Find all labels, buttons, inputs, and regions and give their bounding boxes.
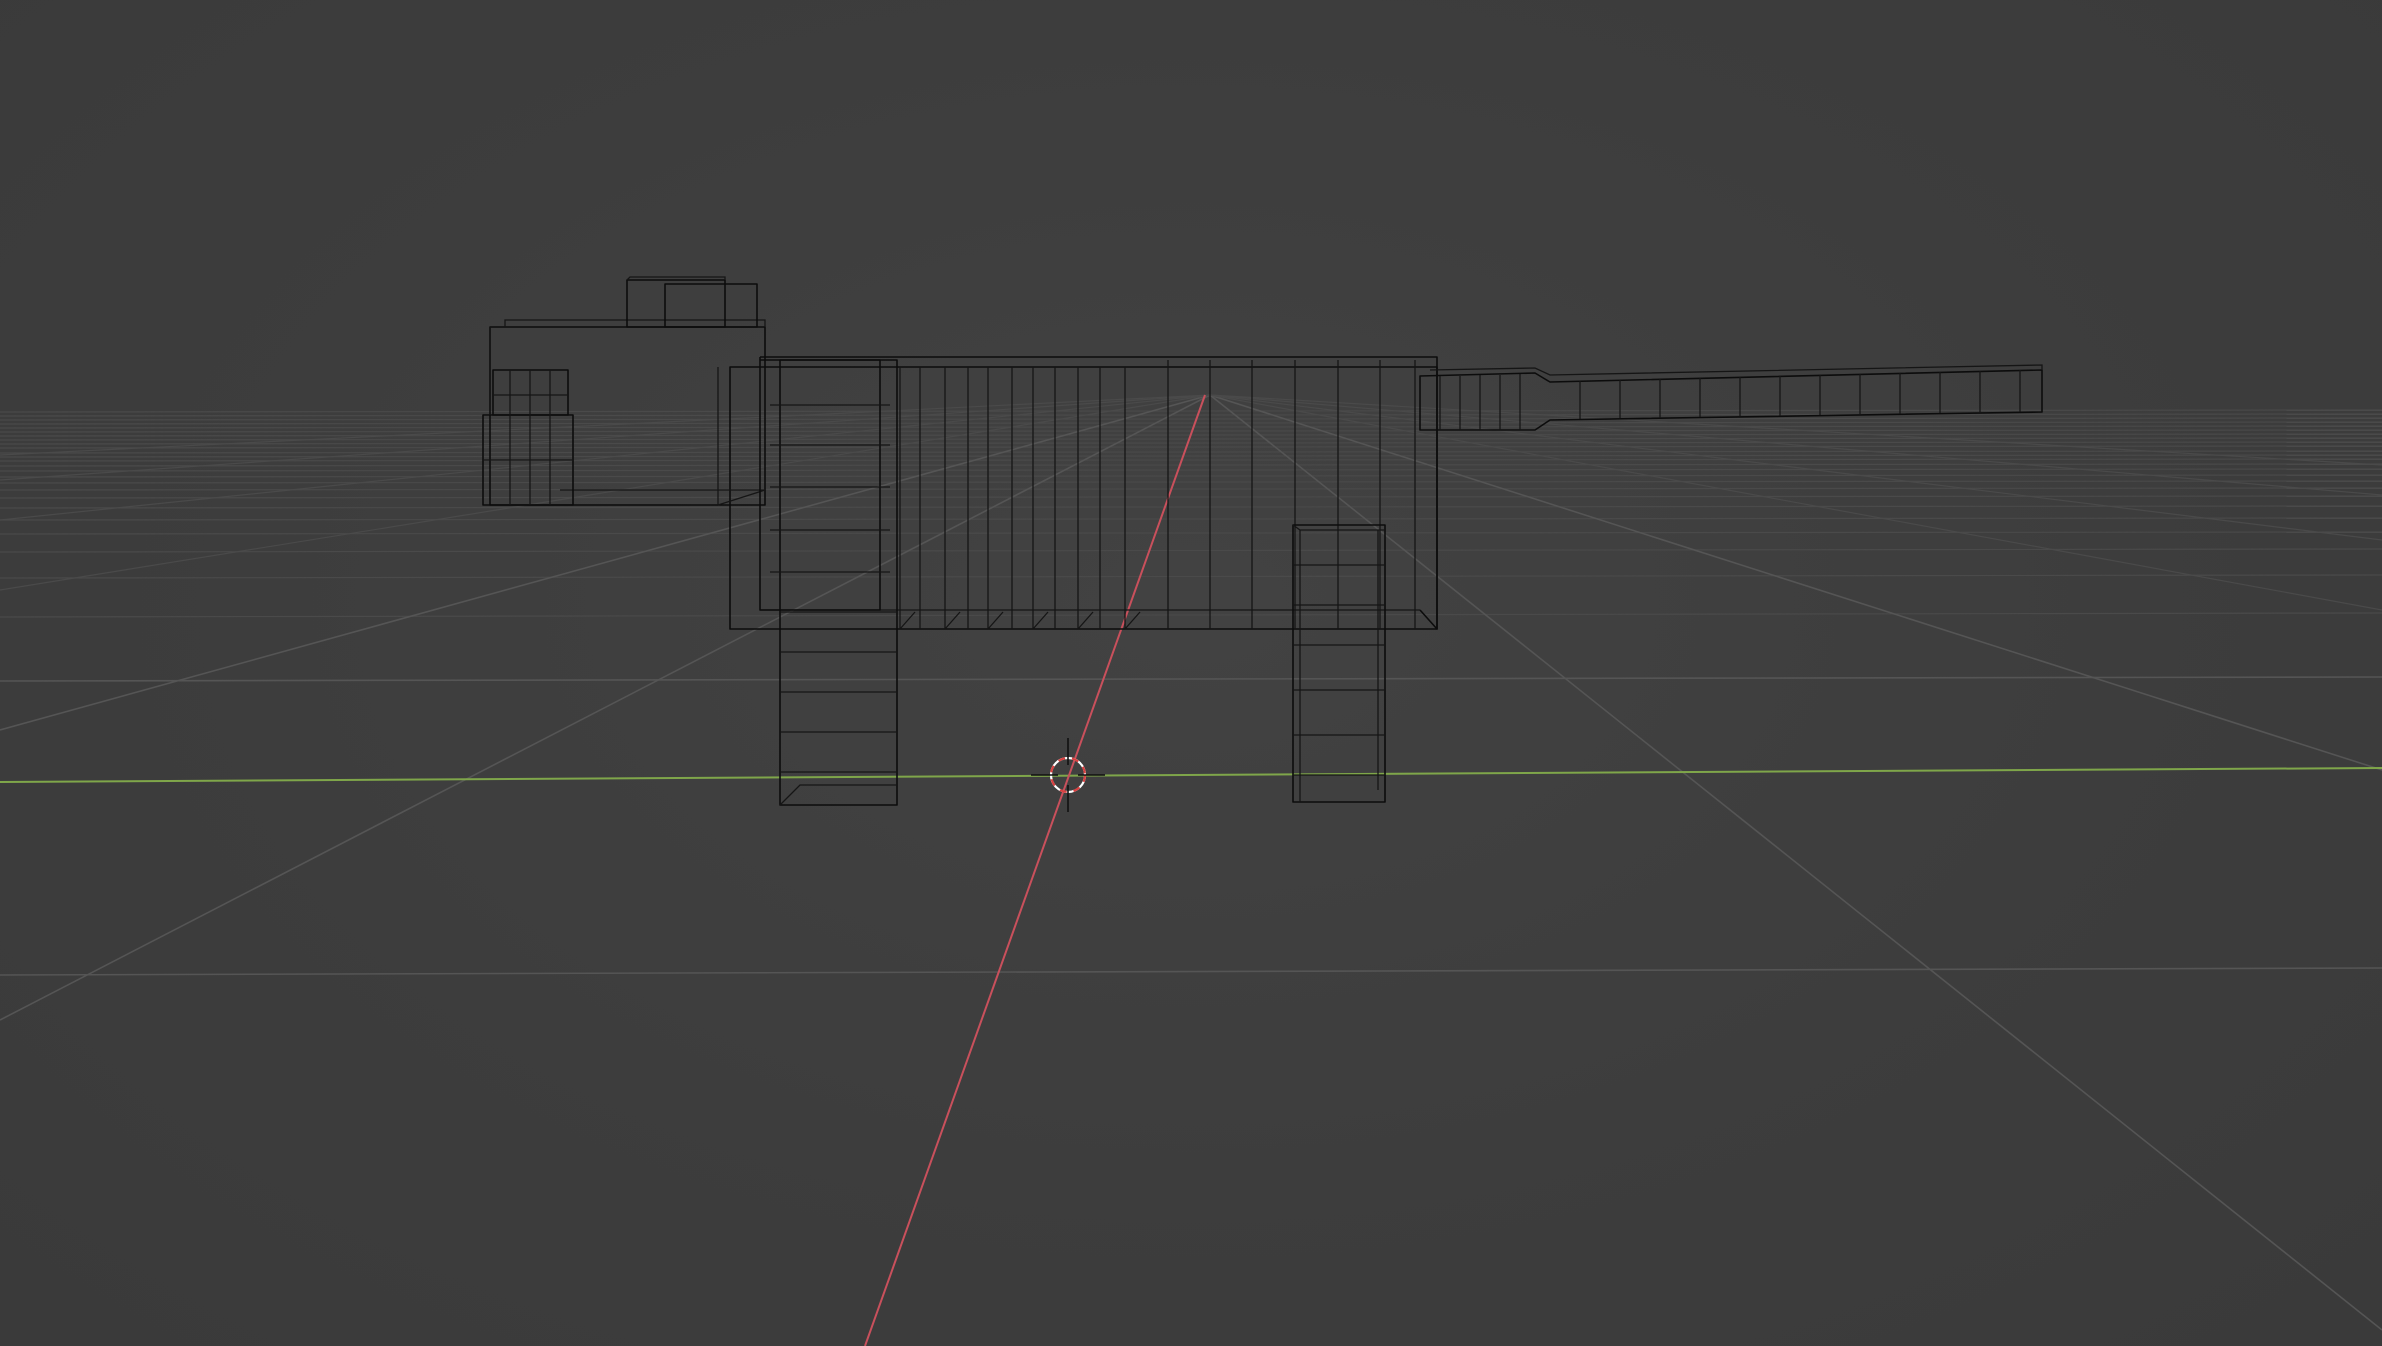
grid-line xyxy=(0,425,2382,429)
grid-line xyxy=(0,421,2382,425)
grid-line xyxy=(1209,394,2382,1331)
mesh-edge xyxy=(760,356,1438,367)
cat-mesh[interactable] xyxy=(482,276,2043,806)
mesh-edge xyxy=(717,367,766,506)
grid-line xyxy=(0,437,2382,441)
grid-line xyxy=(0,394,1211,481)
y-axis-line xyxy=(0,767,2382,783)
grid-line xyxy=(0,394,1211,521)
mesh-edge xyxy=(1419,367,1438,630)
mesh-edge xyxy=(504,319,766,327)
grid-line xyxy=(0,505,2382,509)
grid-line xyxy=(0,487,2382,491)
grid-line xyxy=(0,967,2382,976)
head-wireframe xyxy=(489,319,766,506)
grid-line xyxy=(0,548,2382,553)
x-axis-line xyxy=(864,394,1206,1346)
grid-line xyxy=(0,517,2382,521)
grid-line xyxy=(0,474,2382,478)
grid-line xyxy=(0,458,2382,462)
tail-wireframe xyxy=(1419,364,2043,431)
grid-line xyxy=(1209,394,2382,611)
viewport-canvas[interactable] xyxy=(0,0,2382,1346)
mesh-edge xyxy=(779,784,897,806)
grid-line xyxy=(0,468,2382,472)
grid-line xyxy=(0,417,2382,421)
grid-line xyxy=(0,574,2382,579)
grid-line xyxy=(0,450,2382,454)
mesh-edge xyxy=(1292,524,1386,803)
3d-viewport[interactable] xyxy=(0,0,2382,1346)
grid-line xyxy=(0,445,2382,449)
grid-line xyxy=(0,676,2382,682)
floor-grid xyxy=(0,394,2382,1331)
grid-line xyxy=(0,413,2382,417)
grid-line xyxy=(0,612,2382,618)
grid-line xyxy=(0,394,1211,1021)
back-leg-wireframe xyxy=(1292,524,1386,803)
